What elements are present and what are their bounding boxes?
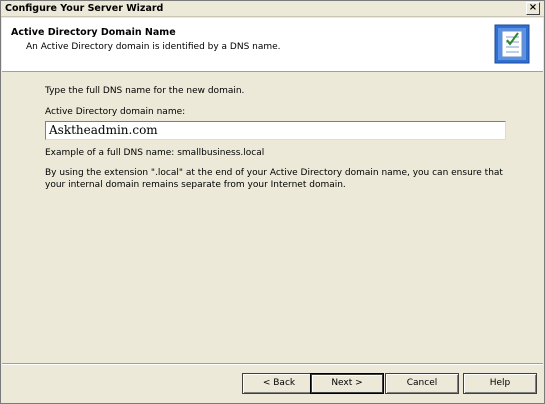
footer-divider [2,363,543,365]
page-title: Active Directory Domain Name [11,27,176,38]
domain-name-input[interactable]: Asktheadmin.com [45,121,506,140]
title-bar: Configure Your Server Wizard × [1,1,544,17]
back-button[interactable]: < Back [242,373,316,394]
next-button[interactable]: Next > [310,373,384,394]
page-subtitle: An Active Directory domain is identified… [26,42,281,52]
wizard-content: Type the full DNS name for the new domai… [2,73,543,363]
instruction-text: Type the full DNS name for the new domai… [45,86,245,96]
wizard-header: Active Directory Domain Name An Active D… [2,18,543,72]
example-text: Example of a full DNS name: smallbusines… [45,148,265,158]
close-button[interactable]: × [526,2,540,15]
explanation-text: By using the extension ".local" at the e… [45,168,503,190]
wizard-window: Configure Your Server Wizard × Active Di… [0,0,545,404]
server-checklist-icon [494,24,530,64]
help-button[interactable]: Help [463,373,537,394]
cancel-button[interactable]: Cancel [385,373,459,394]
window-title: Configure Your Server Wizard [5,3,164,14]
domain-name-label: Active Directory domain name: [45,107,186,117]
